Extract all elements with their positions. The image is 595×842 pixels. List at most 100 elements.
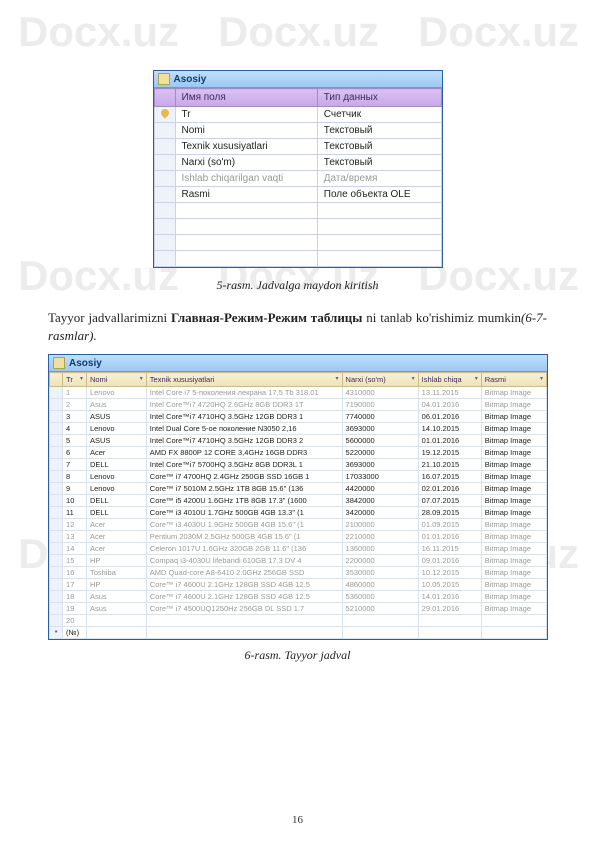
cell-texnik[interactable]: Core™ i7 4500UQ1250Hz 256GB DL SSD 1.7 bbox=[146, 603, 342, 615]
header-data-type[interactable]: Тип данных bbox=[317, 89, 441, 107]
row-selector[interactable] bbox=[154, 251, 175, 267]
cell-ishlab[interactable]: 09.01.2016 bbox=[418, 555, 481, 567]
table-row[interactable]: 8LenovoCore™ i7 4700HQ 2.4GHz 250GB SSD … bbox=[50, 471, 547, 483]
row-selector[interactable] bbox=[154, 203, 175, 219]
cell-nomi[interactable]: Lenovo bbox=[86, 423, 146, 435]
row-selector[interactable] bbox=[50, 447, 63, 459]
row-selector[interactable] bbox=[50, 543, 63, 555]
cell-ishlab[interactable]: 16.11.2015 bbox=[418, 543, 481, 555]
cell-ishlab[interactable]: 06.01.2016 bbox=[418, 411, 481, 423]
cell-ishlab[interactable]: 19.12.2015 bbox=[418, 447, 481, 459]
data-type-cell[interactable]: Поле объекта OLE bbox=[317, 187, 441, 203]
sort-arrow-icon[interactable]: ▾ bbox=[140, 375, 143, 382]
cell-narxi[interactable]: 5600000 bbox=[342, 435, 418, 447]
cell-narxi[interactable]: 2200000 bbox=[342, 555, 418, 567]
cell-ishlab[interactable]: 01.01.2016 bbox=[418, 435, 481, 447]
cell-narxi[interactable]: 1360000 bbox=[342, 543, 418, 555]
cell-tr[interactable]: 19 bbox=[63, 603, 87, 615]
cell-rasmi[interactable] bbox=[481, 615, 546, 627]
cell-rasmi[interactable]: Bitmap Image bbox=[481, 435, 546, 447]
cell-texnik[interactable]: Core™ i7 4600U 2.1GHz 128GB SSD 4GB 12.5 bbox=[146, 579, 342, 591]
sort-arrow-icon[interactable]: ▾ bbox=[336, 375, 339, 382]
header-selector[interactable] bbox=[50, 373, 63, 387]
data-type-cell[interactable] bbox=[317, 251, 441, 267]
row-selector[interactable] bbox=[50, 507, 63, 519]
cell-narxi[interactable]: 4860000 bbox=[342, 579, 418, 591]
cell-texnik[interactable]: Core™ i5 4200U 1.6GHz 1TB 8GB 17.3" (160… bbox=[146, 495, 342, 507]
table-row[interactable]: 12AcerCore™ i3 4030U 1.9GHz 500GB 4GB 15… bbox=[50, 519, 547, 531]
cell-rasmi[interactable]: Bitmap Image bbox=[481, 591, 546, 603]
field-name-cell[interactable]: Narxi (so'm) bbox=[175, 155, 317, 171]
cell-ishlab[interactable]: 29.01.2016 bbox=[418, 603, 481, 615]
cell-rasmi[interactable]: Bitmap Image bbox=[481, 507, 546, 519]
cell-tr[interactable]: 5 bbox=[63, 435, 87, 447]
table-row[interactable]: TrСчетчик bbox=[154, 107, 441, 123]
cell-tr[interactable]: 15 bbox=[63, 555, 87, 567]
cell-nomi[interactable]: DELL bbox=[86, 507, 146, 519]
table-row[interactable]: 1LenovoIntel Core i7 5-поколения лекрана… bbox=[50, 387, 547, 399]
row-selector[interactable] bbox=[50, 471, 63, 483]
cell-tr[interactable]: 2 bbox=[63, 399, 87, 411]
data-type-cell[interactable] bbox=[317, 203, 441, 219]
cell-narxi[interactable]: 2100000 bbox=[342, 519, 418, 531]
cell-texnik[interactable]: Intel Core™i7 4720HQ 2.6GHz 8GB DDR3 1T bbox=[146, 399, 342, 411]
row-selector[interactable] bbox=[50, 483, 63, 495]
table-row[interactable]: 10DELLCore™ i5 4200U 1.6GHz 1TB 8GB 17.3… bbox=[50, 495, 547, 507]
cell-tr[interactable]: 6 bbox=[63, 447, 87, 459]
cell-nomi[interactable]: Lenovo bbox=[86, 471, 146, 483]
cell-tr[interactable]: 8 bbox=[63, 471, 87, 483]
cell-nomi[interactable]: Toshiba bbox=[86, 567, 146, 579]
cell-nomi[interactable]: HP bbox=[86, 579, 146, 591]
table-row-new[interactable]: 20 bbox=[50, 615, 547, 627]
sort-arrow-icon[interactable]: ▾ bbox=[540, 375, 543, 382]
cell-rasmi[interactable]: Bitmap Image bbox=[481, 555, 546, 567]
new-record-icon[interactable]: * bbox=[50, 627, 63, 639]
cell-nomi[interactable]: Asus bbox=[86, 603, 146, 615]
cell-nomi[interactable]: HP bbox=[86, 555, 146, 567]
cell-rasmi[interactable]: Bitmap Image bbox=[481, 543, 546, 555]
cell-narxi[interactable]: 17033000 bbox=[342, 471, 418, 483]
cell-ishlab[interactable]: 02.01.2016 bbox=[418, 483, 481, 495]
cell-texnik[interactable]: Intel Dual Core 5-ое поколение N3050 2,1… bbox=[146, 423, 342, 435]
row-selector[interactable] bbox=[50, 555, 63, 567]
cell-nomi[interactable]: Lenovo bbox=[86, 483, 146, 495]
cell-nomi[interactable]: Acer bbox=[86, 447, 146, 459]
cell-texnik[interactable]: Core™ i3 4010U 1.7GHz 500GB 4GB 13.3" (1 bbox=[146, 507, 342, 519]
data-type-cell[interactable]: Дата/время bbox=[317, 171, 441, 187]
cell-rasmi[interactable] bbox=[481, 627, 546, 639]
cell-ishlab[interactable] bbox=[418, 615, 481, 627]
table-row[interactable]: 6AcerAMD FX 8800P 12 CORE 3,4GHz 16GB DD… bbox=[50, 447, 547, 459]
row-selector[interactable] bbox=[154, 219, 175, 235]
data-type-cell[interactable] bbox=[317, 235, 441, 251]
cell-nomi[interactable]: ASUS bbox=[86, 435, 146, 447]
cell-narxi[interactable]: 4420000 bbox=[342, 483, 418, 495]
data-type-cell[interactable]: Текстовый bbox=[317, 155, 441, 171]
cell-rasmi[interactable]: Bitmap Image bbox=[481, 519, 546, 531]
cell-tr[interactable]: 16 bbox=[63, 567, 87, 579]
table-row[interactable]: 5ASUSIntel Core™i7 4710HQ 3.5GHz 12GB DD… bbox=[50, 435, 547, 447]
table-row[interactable]: Narxi (so'm)Текстовый bbox=[154, 155, 441, 171]
cell-nomi[interactable]: Lenovo bbox=[86, 387, 146, 399]
table-row[interactable]: 9LenovoCore™ i7 5010M 2.5GHz 1TB 8GB 15.… bbox=[50, 483, 547, 495]
cell-ishlab[interactable]: 04.01.2016 bbox=[418, 399, 481, 411]
table-row-new-marker[interactable]: *(№) bbox=[50, 627, 547, 639]
cell-texnik[interactable]: Pentium 2030M 2.5GHz 500GB 4GB 15.6" (1 bbox=[146, 531, 342, 543]
row-selector[interactable] bbox=[50, 615, 63, 627]
cell-texnik[interactable]: Intel Core™i7 4710HQ 3.5GHz 12GB DDR3 1 bbox=[146, 411, 342, 423]
cell-texnik[interactable]: Intel Core™i7 4710HQ 3.5GHz 12GB DDR3 2 bbox=[146, 435, 342, 447]
cell-narxi[interactable]: 3842000 bbox=[342, 495, 418, 507]
header-ishlab[interactable]: Ishlab chiqa▾ bbox=[418, 373, 481, 387]
cell-rasmi[interactable]: Bitmap Image bbox=[481, 387, 546, 399]
header-nomi[interactable]: Nomi▾ bbox=[86, 373, 146, 387]
row-selector[interactable] bbox=[50, 423, 63, 435]
row-selector[interactable] bbox=[50, 531, 63, 543]
table-row[interactable]: RasmiПоле объекта OLE bbox=[154, 187, 441, 203]
row-selector[interactable] bbox=[50, 519, 63, 531]
cell-tr[interactable]: 3 bbox=[63, 411, 87, 423]
cell-nomi[interactable] bbox=[86, 615, 146, 627]
cell-tr[interactable]: 7 bbox=[63, 459, 87, 471]
cell-rasmi[interactable]: Bitmap Image bbox=[481, 603, 546, 615]
cell-rasmi[interactable]: Bitmap Image bbox=[481, 411, 546, 423]
field-name-cell[interactable] bbox=[175, 251, 317, 267]
cell-rasmi[interactable]: Bitmap Image bbox=[481, 447, 546, 459]
